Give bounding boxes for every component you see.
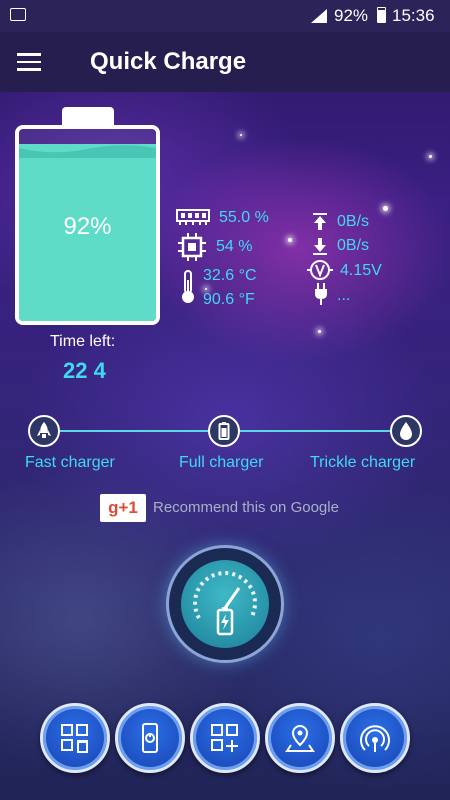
plug-icon	[315, 283, 327, 305]
star	[429, 155, 432, 158]
speedometer-battery-icon	[193, 571, 257, 636]
battery-cap	[62, 107, 114, 127]
star	[383, 206, 388, 211]
upload-icon	[313, 213, 327, 230]
status-battery-percent: 92%	[334, 6, 369, 25]
star	[205, 288, 207, 290]
star	[240, 134, 242, 136]
ram-usage: 55.0 %	[219, 209, 269, 226]
location-pin-icon	[285, 724, 315, 752]
apps-add-button[interactable]	[190, 703, 260, 773]
gallery-notification-icon	[10, 8, 26, 21]
app-bar: Quick Charge	[0, 32, 450, 92]
battery-percent-label: 92%	[63, 213, 112, 240]
temperature-fahrenheit: 90.6 °F	[203, 291, 255, 308]
download-speed: 0B/s	[337, 237, 370, 254]
fast-charger-node[interactable]	[28, 415, 60, 447]
fast-charger-label: Fast charger	[25, 454, 115, 471]
hamburger-menu-icon[interactable]	[17, 53, 41, 71]
phone-power-button[interactable]	[115, 703, 185, 773]
rocket-icon	[37, 422, 51, 438]
cpu-usage: 54 %	[216, 238, 253, 255]
apps-add-icon	[211, 724, 238, 752]
plug-status: ...	[337, 287, 351, 304]
location-button[interactable]	[265, 703, 335, 773]
apps-cleaner-icon	[61, 724, 88, 753]
cleaner-button[interactable]	[40, 703, 110, 773]
status-battery-icon	[377, 7, 386, 23]
ram-icon	[176, 209, 210, 225]
voltage-value: 4.15V	[340, 262, 382, 279]
thermometer-icon	[182, 270, 194, 303]
upload-speed: 0B/s	[337, 213, 370, 230]
page-title: Quick Charge	[90, 48, 247, 75]
status-bar: 92% 15:36	[0, 0, 450, 32]
full-charger-node[interactable]	[208, 415, 240, 447]
cpu-icon	[178, 233, 206, 261]
battery-icon	[218, 422, 230, 440]
wireless-signal-icon	[360, 725, 390, 752]
trickle-charger-label: Trickle charger	[310, 454, 416, 471]
trickle-charger-node[interactable]	[390, 415, 422, 447]
star	[288, 238, 292, 242]
full-charger-label: Full charger	[179, 454, 264, 471]
time-left-label: Time left:	[50, 333, 116, 350]
temperature-celsius: 32.6 °C	[203, 267, 257, 284]
battery-wave	[19, 145, 156, 159]
boost-inner-circle	[181, 560, 269, 648]
download-icon	[313, 238, 327, 255]
wireless-button[interactable]	[340, 703, 410, 773]
google-plus-one-button[interactable]: g+1	[100, 494, 146, 522]
battery-gauge: 92%	[15, 125, 160, 325]
charge-boost-button[interactable]	[166, 545, 284, 663]
time-left-value: 22 4	[63, 358, 106, 383]
status-time: 15:36	[392, 6, 435, 25]
droplet-icon	[400, 422, 412, 440]
star	[318, 330, 321, 333]
recommend-text: Recommend this on Google	[153, 499, 339, 516]
voltage-icon	[307, 260, 333, 280]
phone-power-icon	[142, 723, 158, 753]
signal-icon	[311, 9, 327, 23]
